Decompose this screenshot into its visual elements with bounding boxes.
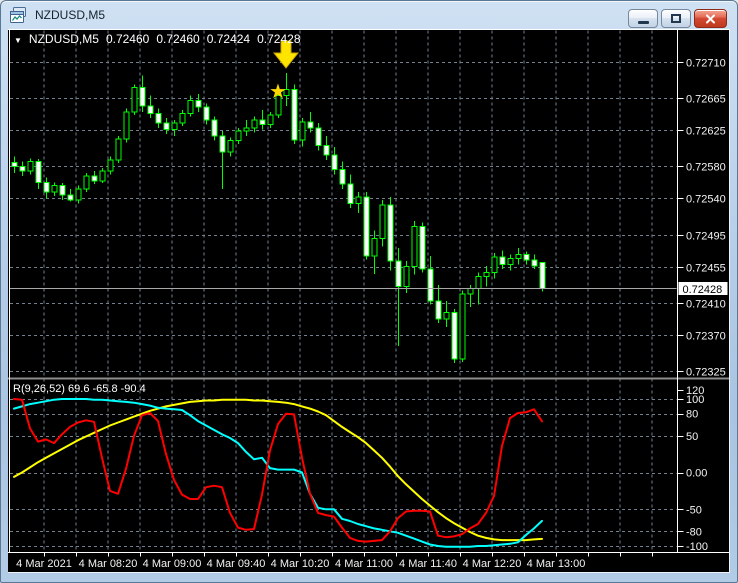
svg-text:4 Mar 09:00: 4 Mar 09:00 xyxy=(143,558,202,570)
svg-text:80: 80 xyxy=(686,409,698,421)
window-controls xyxy=(628,9,727,28)
svg-text:4 Mar 11:40: 4 Mar 11:40 xyxy=(399,558,457,570)
svg-text:4 Mar 08:20: 4 Mar 08:20 xyxy=(79,558,138,570)
candle xyxy=(459,290,466,363)
svg-text:0.00: 0.00 xyxy=(686,468,707,480)
candle xyxy=(387,196,394,271)
candle xyxy=(539,262,546,292)
svg-text:4 Mar 10:20: 4 Mar 10:20 xyxy=(271,558,330,570)
svg-text:0.72370: 0.72370 xyxy=(686,331,726,343)
svg-text:4 Mar 09:40: 4 Mar 09:40 xyxy=(207,558,266,570)
svg-text:-80: -80 xyxy=(686,526,702,538)
close-button[interactable] xyxy=(694,9,727,28)
candle xyxy=(123,108,130,143)
restore-icon xyxy=(671,14,681,23)
svg-text:4 Mar 13:00: 4 Mar 13:00 xyxy=(527,558,586,570)
candle xyxy=(115,135,122,164)
svg-text:50: 50 xyxy=(686,431,698,443)
price-chart-svg[interactable]: ★ 0.72710 0.72665 0.72625 0.72580 0.72540 0.72… xyxy=(8,29,729,572)
svg-text:0.72325: 0.72325 xyxy=(686,367,726,379)
minimize-icon xyxy=(637,21,649,24)
candle xyxy=(83,172,90,193)
window-title: NZDUSD,M5 xyxy=(35,8,106,22)
svg-text:100: 100 xyxy=(686,394,704,406)
candle xyxy=(291,84,298,144)
close-icon xyxy=(706,14,715,23)
candle xyxy=(411,220,418,275)
svg-text:0.72410: 0.72410 xyxy=(686,299,726,311)
chart-window: NZDUSD,M5 ★ 0.72710 0.72665 0.72625 0.72580 0… xyxy=(0,0,738,583)
chart-window-icon xyxy=(10,7,28,23)
star-icon[interactable]: ★ xyxy=(269,81,287,103)
svg-text:0.72665: 0.72665 xyxy=(686,94,726,106)
svg-text:4 Mar 11:00: 4 Mar 11:00 xyxy=(335,558,393,570)
candle xyxy=(363,192,370,260)
candle xyxy=(419,222,426,273)
minimize-button[interactable] xyxy=(628,9,658,28)
svg-text:0.72540: 0.72540 xyxy=(686,194,726,206)
svg-text:0.72625: 0.72625 xyxy=(686,126,726,138)
svg-text:0.72428: 0.72428 xyxy=(683,284,723,296)
svg-text:0.72495: 0.72495 xyxy=(686,231,726,243)
svg-text:0.72580: 0.72580 xyxy=(686,162,726,174)
window-titlebar[interactable]: NZDUSD,M5 xyxy=(1,1,737,29)
candle xyxy=(131,84,138,115)
chart-background xyxy=(8,29,729,572)
svg-text:4 Mar 2021: 4 Mar 2021 xyxy=(16,558,72,570)
chart-client-area[interactable]: ★ 0.72710 0.72665 0.72625 0.72580 0.72540 0.72… xyxy=(8,29,730,573)
candle xyxy=(451,309,458,363)
svg-text:-50: -50 xyxy=(686,504,702,516)
restore-button[interactable] xyxy=(661,9,691,28)
svg-text:4 Mar 12:20: 4 Mar 12:20 xyxy=(463,558,522,570)
svg-text:-100: -100 xyxy=(686,541,708,553)
svg-text:0.72710: 0.72710 xyxy=(686,58,726,70)
svg-text:0.72455: 0.72455 xyxy=(686,263,726,275)
